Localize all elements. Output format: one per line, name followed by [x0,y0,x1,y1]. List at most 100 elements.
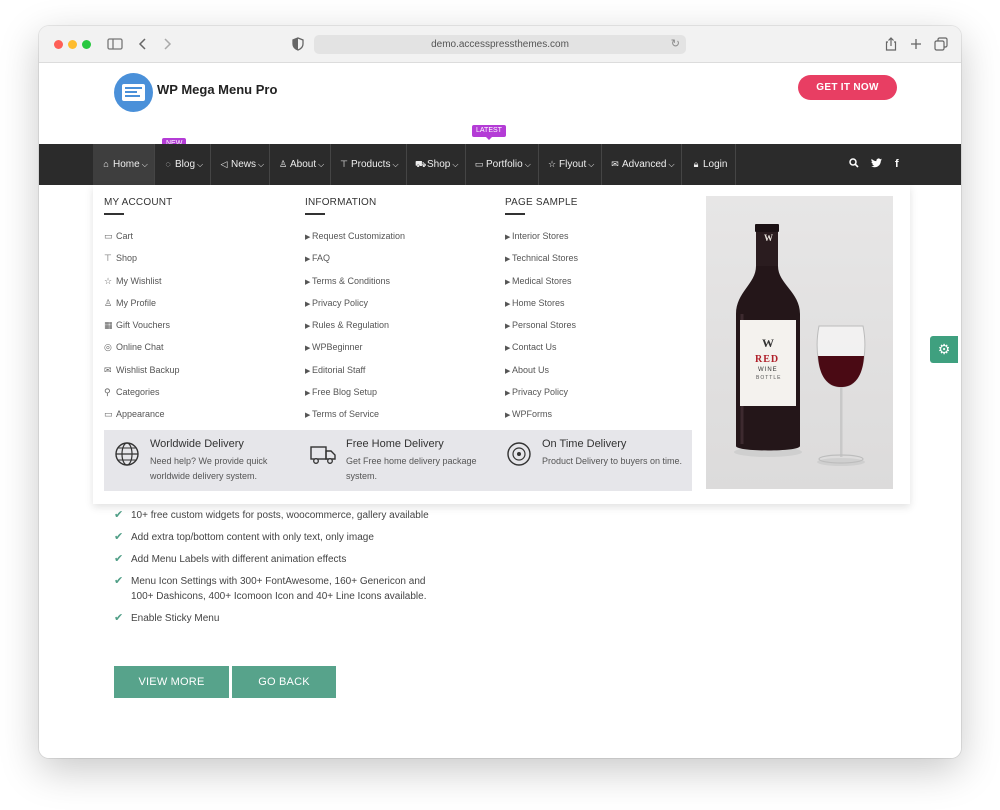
star-icon: ☆ [104,275,113,286]
menu-link-shop[interactable]: ⊤ Shop [104,247,180,269]
share-icon[interactable] [882,35,900,53]
caret-right-icon: ▶ [505,390,511,398]
facebook-icon[interactable]: f [895,144,899,185]
menu-link[interactable]: ▶ WPBeginner [305,336,405,358]
chevron-down-icon: ⌵ [197,160,204,169]
search-icon[interactable] [849,144,859,185]
nav-item-flyout[interactable]: ☆ Flyout ⌵ [539,144,602,185]
go-back-button[interactable]: GO BACK [232,666,336,698]
privacy-shield-icon[interactable] [289,35,307,53]
menu-link[interactable]: ▶ Terms of Service [305,403,405,425]
shirt-icon: ⊤ [104,253,112,264]
menu-link[interactable]: ▶ Editorial Staff [305,359,405,381]
nav-item-advanced[interactable]: ✉ Advanced ⌵ [602,144,682,185]
shirt-icon: ⊤ [340,159,348,169]
menu-link[interactable]: ▶ Privacy Policy [505,381,578,403]
minimize-window-button[interactable] [68,40,77,49]
menu-link-gift-vouchers[interactable]: ▦ Gift Vouchers [104,314,180,336]
chevron-down-icon: ⌵ [452,160,459,169]
menu-link[interactable]: ▶ FAQ [305,247,405,269]
feature-description: Get Free home delivery package system. [346,456,477,481]
new-tab-icon[interactable] [907,35,925,53]
chevron-down-icon: ⌵ [588,160,595,169]
tag-icon: ▭ [474,159,484,169]
cart-icon: ⛟ [415,159,427,169]
megaphone-icon: ◁ [220,159,228,169]
nav-item-shop[interactable]: ⛟Shop ⌵ [407,144,466,185]
nav-item-about[interactable]: ♙ About ⌵ [270,144,331,185]
chevron-down-icon: ⌵ [668,160,675,169]
list-item: ✔ Add extra top/bottom content with only … [114,531,374,543]
wine-glass-illustration [816,325,866,464]
check-icon: ✔ [114,575,124,587]
chevron-down-icon: ⌵ [258,160,265,169]
menu-link[interactable]: ▶ About Us [505,359,578,381]
menu-link[interactable]: ▶ Technical Stores [505,247,578,269]
menu-link[interactable]: ▶ Terms & Conditions [305,270,405,292]
menu-link[interactable]: ▶ Free Blog Setup [305,381,405,403]
menu-link[interactable]: ▶ Personal Stores [505,314,578,336]
nav-item-portfolio[interactable]: ▭ Portfolio ⌵ [466,144,539,185]
menu-link-categories[interactable]: ⚲ Categories [104,381,180,403]
wine-bottle-image: W W RED WINE BOTTLE [706,196,893,489]
reload-icon[interactable]: ↻ [671,35,680,54]
caret-right-icon: ▶ [505,234,511,241]
menu-link[interactable]: ▶ Request Customization [305,225,405,247]
menu-link-appearance[interactable]: ▭ Appearance [104,403,180,425]
menu-link[interactable]: ▶ Contact Us [505,336,578,358]
sidebar-icon[interactable] [106,35,124,53]
menu-link-profile[interactable]: ♙ My Profile [104,292,180,314]
caret-right-icon: ▶ [305,300,311,308]
site-logo-text[interactable]: WP Mega Menu Pro [157,82,277,97]
caret-right-icon: ▶ [505,256,511,264]
column-title: MY ACCOUNT [104,197,173,208]
lock-icon: 🔒︎ [693,159,699,169]
mega-menu-panel: MY ACCOUNT ▭ Cart ⊤ Shop ☆ My Wishlist ♙ My … [93,185,910,504]
user-icon: ♙ [104,297,113,308]
nav-item-products[interactable]: ⊤ Products ⌵ [331,144,407,185]
menu-link-cart[interactable]: ▭ Cart [104,225,180,247]
menu-link[interactable]: ▶ Rules & Regulation [305,314,405,336]
forward-icon[interactable] [158,35,176,53]
settings-gear-icon[interactable]: ⚙ [930,336,958,363]
back-icon[interactable] [134,35,152,53]
menu-link-wishlist-backup[interactable]: ✉ Wishlist Backup [104,359,180,381]
caret-right-icon: ▶ [505,412,511,420]
caret-right-icon: ▶ [305,323,311,331]
menu-link-wishlist[interactable]: ☆ My Wishlist [104,270,180,292]
title-divider [505,213,525,215]
menu-link[interactable]: ▶ Home Stores [505,292,578,314]
twitter-icon[interactable] [871,144,882,185]
address-bar[interactable]: demo.accesspressthemes.com ↻ [314,35,686,54]
menu-link[interactable]: ▶ WPForms [505,403,578,425]
maximize-window-button[interactable] [82,40,91,49]
chevron-down-icon: ⌵ [318,160,325,169]
nav-item-login[interactable]: 🔒︎ Login [682,144,736,185]
url-text: demo.accesspressthemes.com [431,39,569,50]
logo-icon[interactable] [114,73,153,112]
get-it-now-button[interactable]: GET IT NOW [798,75,897,100]
caret-right-icon: ▶ [505,345,511,353]
check-icon: ✔ [114,509,124,521]
menu-link-online-chat[interactable]: ◎ Online Chat [104,336,180,358]
browser-toolbar: demo.accesspressthemes.com ↻ [39,26,961,63]
menu-link[interactable]: ▶ Privacy Policy [305,292,405,314]
caret-right-icon: ▶ [305,345,311,353]
calendar-icon: ▦ [104,320,113,331]
title-divider [104,213,124,215]
menu-link[interactable]: ▶ Medical Stores [505,270,578,292]
caret-right-icon: ▶ [505,278,511,286]
check-icon: ✔ [114,553,124,565]
my-account-column: MY ACCOUNT ▭ Cart ⊤ Shop ☆ My Wishlist ♙ My … [104,197,180,426]
star-icon: ☆ [547,159,557,169]
nav-item-blog[interactable]: ◌ Blog ⌵ [155,144,211,185]
view-more-button[interactable]: VIEW MORE [114,666,229,698]
nav-item-home[interactable]: ⌂ Home ⌵ [93,144,155,185]
disc-icon [507,442,531,466]
tab-overview-icon[interactable] [932,35,950,53]
tag-icon: ▭ [104,231,113,241]
close-window-button[interactable] [54,40,63,49]
menu-link[interactable]: ▶ Interior Stores [505,225,578,247]
nav-item-news[interactable]: ◁ News ⌵ [211,144,270,185]
chevron-down-icon: ⌵ [141,160,148,169]
